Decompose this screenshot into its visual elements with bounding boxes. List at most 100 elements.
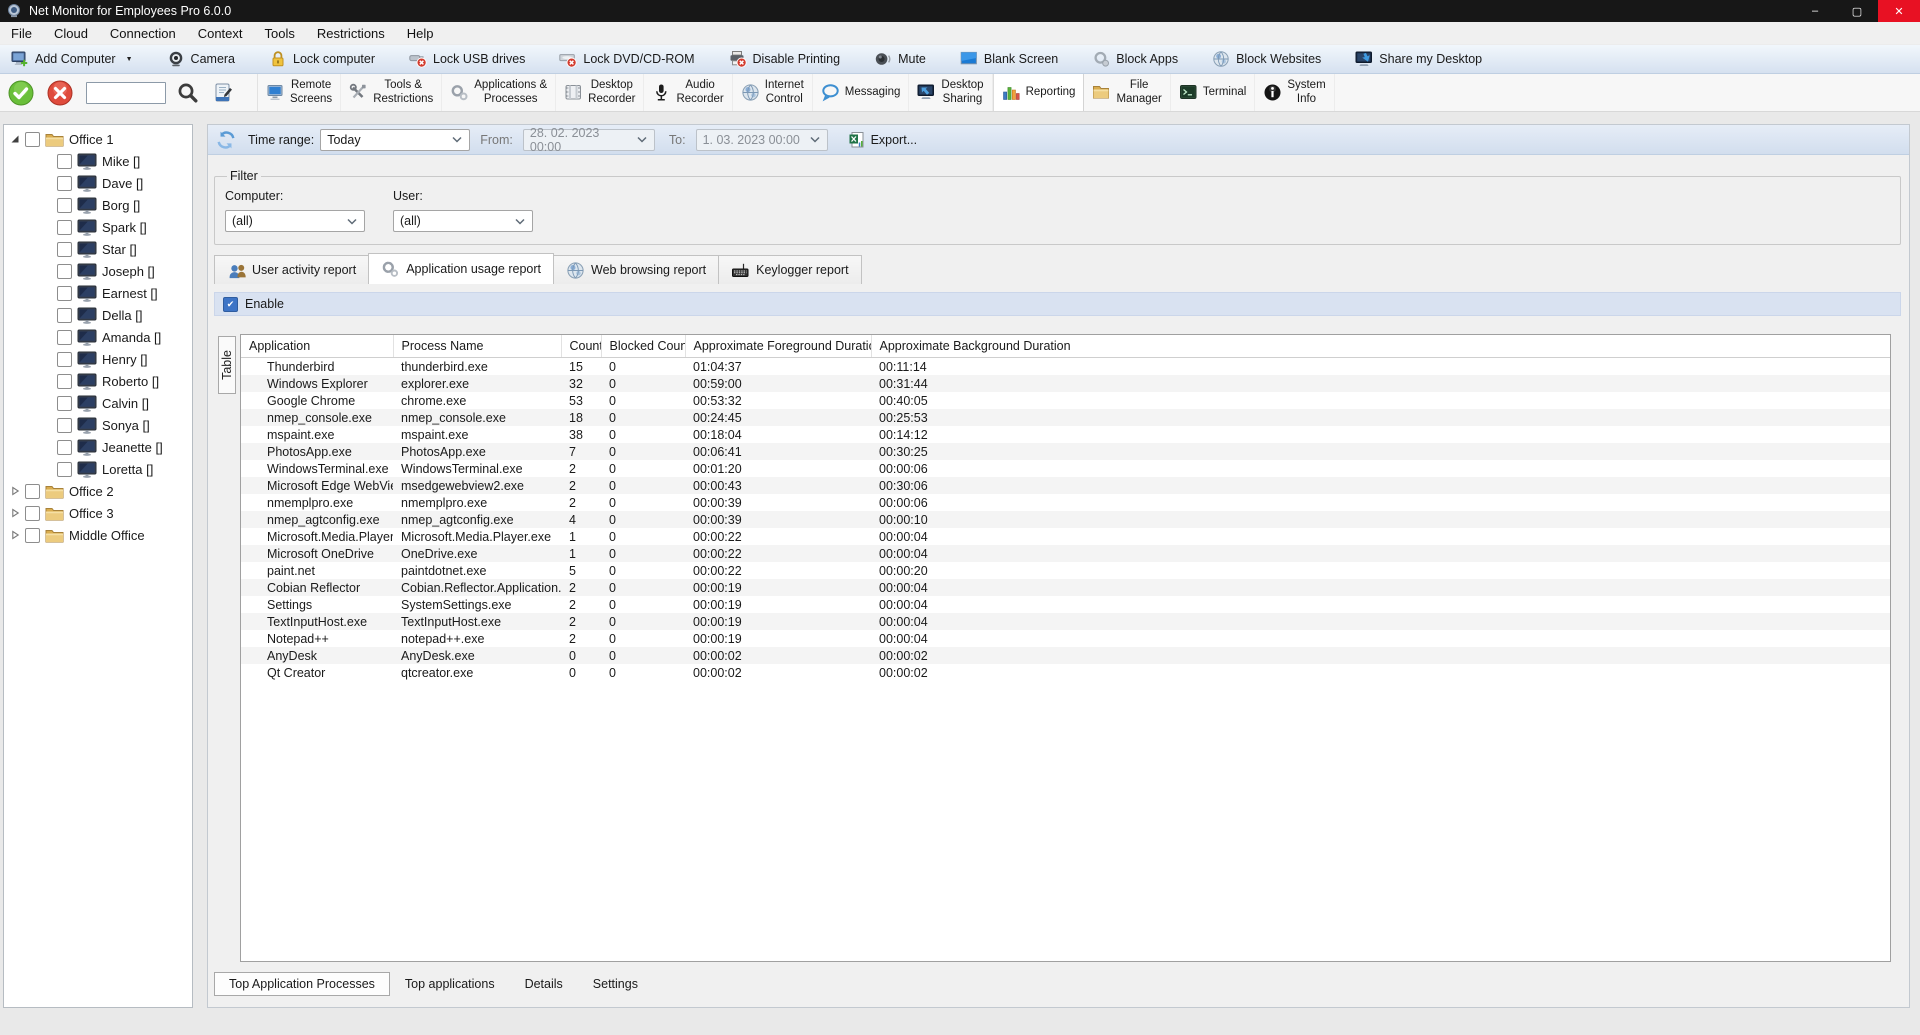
tree-group-middle-office[interactable]: Middle Office (4, 524, 192, 546)
tree-computer-joseph[interactable]: Joseph [] (4, 260, 192, 282)
tree-group-office-1[interactable]: Office 1 (4, 128, 192, 150)
checkbox[interactable] (57, 352, 72, 367)
toolbar-button-block-websites[interactable]: Block Websites (1207, 50, 1326, 68)
tree-computer-calvin[interactable]: Calvin [] (4, 392, 192, 414)
column-header-application[interactable]: Application (241, 335, 393, 358)
feature-button-file-manager[interactable]: FileManager (1084, 74, 1170, 111)
checkbox[interactable] (25, 484, 40, 499)
feature-button-applications-processes[interactable]: Applications &Processes (442, 74, 556, 111)
tree-computer-della[interactable]: Della [] (4, 304, 192, 326)
feature-button-remote-screens[interactable]: RemoteScreens (258, 74, 341, 111)
table-row[interactable]: Microsoft.Media.PlayerMicrosoft.Media.Pl… (241, 528, 1890, 545)
menu-context[interactable]: Context (187, 26, 254, 41)
table-row[interactable]: nmemplpro.exenmemplpro.exe2000:00:3900:0… (241, 494, 1890, 511)
bottom-tab-top-application-processes[interactable]: Top Application Processes (214, 972, 390, 996)
feature-button-system-info[interactable]: SystemInfo (1255, 74, 1334, 111)
cancel-button[interactable] (47, 80, 73, 106)
close-button[interactable]: ✕ (1878, 0, 1920, 22)
table-row[interactable]: AnyDeskAnyDesk.exe0000:00:0200:00:02 (241, 647, 1890, 664)
feature-button-audio-recorder[interactable]: AudioRecorder (644, 74, 732, 111)
collapse-icon[interactable] (10, 134, 20, 144)
checkbox[interactable] (57, 396, 72, 411)
feature-button-desktop-recorder[interactable]: DesktopRecorder (556, 74, 644, 111)
tab-application-usage-report[interactable]: Application usage report (368, 253, 554, 284)
checkbox[interactable] (57, 374, 72, 389)
table-row[interactable]: Qt Creatorqtcreator.exe0000:00:0200:00:0… (241, 664, 1890, 681)
feature-button-desktop-sharing[interactable]: DesktopSharing (909, 74, 992, 111)
feature-button-tools-restrictions[interactable]: Tools &Restrictions (341, 74, 442, 111)
bottom-tab-settings[interactable]: Settings (578, 972, 653, 996)
table-row[interactable]: Notepad++notepad++.exe2000:00:1900:00:04 (241, 630, 1890, 647)
checkbox[interactable] (57, 264, 72, 279)
tree-computer-roberto[interactable]: Roberto [] (4, 370, 192, 392)
table-row[interactable]: Microsoft Edge WebView2msedgewebview2.ex… (241, 477, 1890, 494)
table-row[interactable]: WindowsTerminal.exeWindowsTerminal.exe20… (241, 460, 1890, 477)
refresh-button[interactable] (216, 130, 236, 150)
checkbox[interactable] (57, 418, 72, 433)
menu-cloud[interactable]: Cloud (43, 26, 99, 41)
feature-button-reporting[interactable]: Reporting (993, 74, 1085, 111)
checkbox[interactable] (57, 154, 72, 169)
tree-group-office-2[interactable]: Office 2 (4, 480, 192, 502)
table-row[interactable]: nmep_agtconfig.exenmep_agtconfig.exe4000… (241, 511, 1890, 528)
table-row[interactable]: paint.netpaintdotnet.exe5000:00:2200:00:… (241, 562, 1890, 579)
checkbox[interactable] (57, 308, 72, 323)
checkbox[interactable] (25, 528, 40, 543)
edit-notes-button[interactable] (213, 82, 235, 104)
column-header-blocked-count[interactable]: Blocked Count (601, 335, 685, 358)
table-row[interactable]: Microsoft OneDriveOneDrive.exe1000:00:22… (241, 545, 1890, 562)
bottom-tab-top-applications[interactable]: Top applications (390, 972, 510, 996)
checkbox[interactable] (57, 286, 72, 301)
table-row[interactable]: TextInputHost.exeTextInputHost.exe2000:0… (241, 613, 1890, 630)
column-header-approximate-foreground-duration[interactable]: Approximate Foreground Duration (685, 335, 871, 358)
table-side-tab[interactable]: Table (218, 336, 236, 394)
checkbox[interactable] (25, 132, 40, 147)
table-row[interactable]: mspaint.exemspaint.exe38000:18:0400:14:1… (241, 426, 1890, 443)
tree-computer-borg[interactable]: Borg [] (4, 194, 192, 216)
checkbox[interactable] (57, 440, 72, 455)
export-button[interactable]: Export... (848, 131, 918, 149)
table-row[interactable]: Thunderbirdthunderbird.exe15001:04:3700:… (241, 358, 1890, 376)
tree-computer-amanda[interactable]: Amanda [] (4, 326, 192, 348)
toolbar-button-disable-printing[interactable]: Disable Printing (724, 50, 846, 68)
tree-computer-spark[interactable]: Spark [] (4, 216, 192, 238)
checkbox[interactable] (57, 176, 72, 191)
toolbar-button-add-computer[interactable]: Add Computer▼ (6, 50, 138, 68)
checkbox[interactable] (25, 506, 40, 521)
user-filter-select[interactable]: (all) (393, 210, 533, 232)
checkbox[interactable] (57, 220, 72, 235)
timerange-select[interactable]: Today (320, 129, 470, 151)
table-row[interactable]: SettingsSystemSettings.exe2000:00:1900:0… (241, 596, 1890, 613)
tree-computer-sonya[interactable]: Sonya [] (4, 414, 192, 436)
column-header-approximate-background-duration[interactable]: Approximate Background Duration (871, 335, 1890, 358)
tab-user-activity-report[interactable]: User activity report (214, 255, 369, 284)
confirm-button[interactable] (8, 80, 34, 106)
toolbar-button-camera[interactable]: Camera (162, 50, 240, 68)
to-date-select[interactable]: 1. 03. 2023 00:00 (696, 129, 828, 151)
tree-group-office-3[interactable]: Office 3 (4, 502, 192, 524)
column-header-process-name[interactable]: Process Name (393, 335, 561, 358)
enable-checkbox[interactable]: ✔ (223, 297, 238, 312)
minimize-button[interactable]: – (1794, 0, 1836, 22)
column-header-count[interactable]: Count (561, 335, 601, 358)
tree-computer-earnest[interactable]: Earnest [] (4, 282, 192, 304)
expand-icon[interactable] (10, 530, 20, 540)
tree-computer-jeanette[interactable]: Jeanette [] (4, 436, 192, 458)
toolbar-button-share-my-desktop[interactable]: Share my Desktop (1350, 50, 1487, 68)
menu-file[interactable]: File (0, 26, 43, 41)
checkbox[interactable] (57, 242, 72, 257)
checkbox[interactable] (57, 198, 72, 213)
tree-computer-henry[interactable]: Henry [] (4, 348, 192, 370)
tree-computer-star[interactable]: Star [] (4, 238, 192, 260)
tab-keylogger-report[interactable]: Keylogger report (718, 255, 861, 284)
maximize-button[interactable]: ▢ (1836, 0, 1878, 22)
toolbar-button-block-apps[interactable]: Block Apps (1087, 50, 1183, 68)
toolbar-button-mute[interactable]: Mute (869, 50, 931, 68)
search-input[interactable] (86, 82, 166, 104)
search-button[interactable] (177, 82, 199, 104)
tree-computer-mike[interactable]: Mike [] (4, 150, 192, 172)
feature-button-internet-control[interactable]: InternetControl (733, 74, 813, 111)
expand-icon[interactable] (10, 508, 20, 518)
menu-restrictions[interactable]: Restrictions (306, 26, 396, 41)
menu-tools[interactable]: Tools (254, 26, 306, 41)
